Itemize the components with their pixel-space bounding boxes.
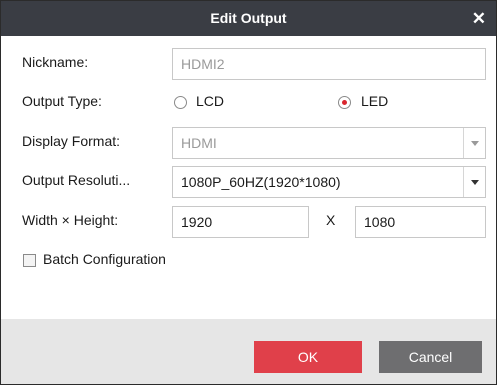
dialog-footer: OK Cancel (1, 319, 496, 384)
chevron-down-icon[interactable] (463, 167, 485, 197)
nickname-label: Nickname: (22, 54, 89, 70)
dialog-title: Edit Output (210, 10, 287, 26)
chevron-down-icon[interactable] (463, 128, 485, 158)
cancel-button[interactable]: Cancel (379, 341, 482, 373)
output-resolution-value: 1080P_60HZ(1920*1080) (181, 174, 341, 190)
display-format-label: Display Format: (22, 133, 121, 149)
led-radio-label: LED (361, 93, 389, 109)
ok-button[interactable]: OK (254, 341, 362, 373)
led-radio[interactable] (338, 96, 351, 109)
edit-output-dialog: Edit Output ✕ Nickname: HDMI2 Output Typ… (0, 0, 497, 385)
batch-configuration-checkbox[interactable] (23, 254, 36, 267)
display-format-select[interactable]: HDMI (172, 127, 486, 159)
close-icon[interactable]: ✕ (472, 1, 486, 36)
nickname-field[interactable]: HDMI2 (172, 48, 486, 80)
width-field[interactable]: 1920 (172, 206, 309, 238)
dimension-separator: X (326, 212, 336, 228)
output-resolution-label: Output Resoluti... (22, 172, 131, 188)
output-type-label: Output Type: (22, 93, 102, 109)
radio-selected-dot (342, 100, 347, 105)
lcd-radio-label: LCD (196, 93, 225, 109)
width-height-label: Width × Height: (22, 212, 119, 228)
dialog-titlebar: Edit Output ✕ (1, 1, 496, 36)
edit-output-form: Nickname: HDMI2 Output Type: LCD LED Dis… (1, 36, 496, 319)
height-field[interactable]: 1080 (355, 206, 486, 238)
batch-configuration-label: Batch Configuration (43, 251, 166, 267)
output-resolution-select[interactable]: 1080P_60HZ(1920*1080) (172, 166, 486, 198)
lcd-radio[interactable] (174, 96, 187, 109)
display-format-value: HDMI (181, 135, 217, 151)
